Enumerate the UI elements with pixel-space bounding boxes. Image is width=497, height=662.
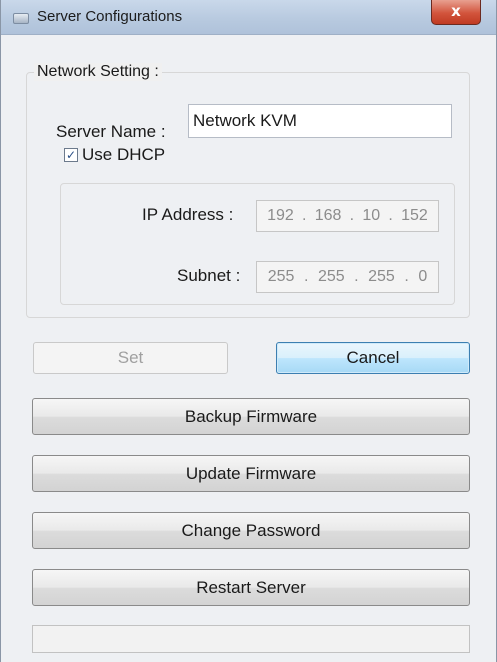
app-window-icon bbox=[13, 13, 29, 24]
subnet-separator: . bbox=[354, 268, 359, 285]
subnet-separator: . bbox=[303, 268, 309, 285]
ip-octet-1: 192 bbox=[267, 207, 294, 224]
status-bar bbox=[32, 625, 470, 653]
set-button[interactable]: Set bbox=[33, 342, 228, 374]
subnet-label: Subnet : bbox=[177, 266, 241, 285]
ip-separator: . bbox=[302, 207, 307, 224]
ip-address-field[interactable]: 192 . 168 . 10 . 152 bbox=[256, 200, 439, 232]
subnet-field[interactable]: 255 . 255 . 255 . 0 bbox=[256, 261, 439, 293]
cancel-button[interactable]: Cancel bbox=[276, 342, 470, 374]
use-dhcp-label: Use DHCP bbox=[82, 145, 166, 164]
window-title: Server Configurations bbox=[37, 8, 183, 25]
server-name-field[interactable]: Network KVM bbox=[188, 104, 452, 138]
ip-octet-3: 10 bbox=[362, 207, 381, 224]
restart-server-button[interactable]: Restart Server bbox=[32, 569, 470, 606]
network-setting-legend: Network Setting : bbox=[34, 63, 162, 81]
title-bar[interactable]: Server Configurations x bbox=[1, 0, 496, 35]
change-password-button[interactable]: Change Password bbox=[32, 512, 470, 549]
update-firmware-button[interactable]: Update Firmware bbox=[32, 455, 470, 492]
server-name-label: Server Name : bbox=[56, 122, 166, 141]
ip-octet-4: 152 bbox=[401, 207, 428, 224]
close-button[interactable]: x bbox=[431, 0, 481, 25]
ip-address-label: IP Address : bbox=[142, 205, 234, 224]
subnet-separator: . bbox=[404, 268, 409, 285]
ip-separator: . bbox=[349, 207, 355, 224]
subnet-octet-4: 0 bbox=[418, 268, 428, 285]
subnet-octet-3: 255 bbox=[368, 268, 395, 285]
close-icon: x bbox=[451, 2, 461, 20]
subnet-octet-2: 255 bbox=[317, 268, 345, 285]
ip-octet-2: 168 bbox=[314, 207, 342, 224]
checkmark-icon: ✓ bbox=[65, 148, 77, 162]
use-dhcp-checkbox[interactable]: ✓ bbox=[64, 148, 78, 162]
subnet-octet-1: 255 bbox=[267, 268, 295, 285]
backup-firmware-button[interactable]: Backup Firmware bbox=[32, 398, 470, 435]
ip-separator: . bbox=[388, 207, 393, 224]
